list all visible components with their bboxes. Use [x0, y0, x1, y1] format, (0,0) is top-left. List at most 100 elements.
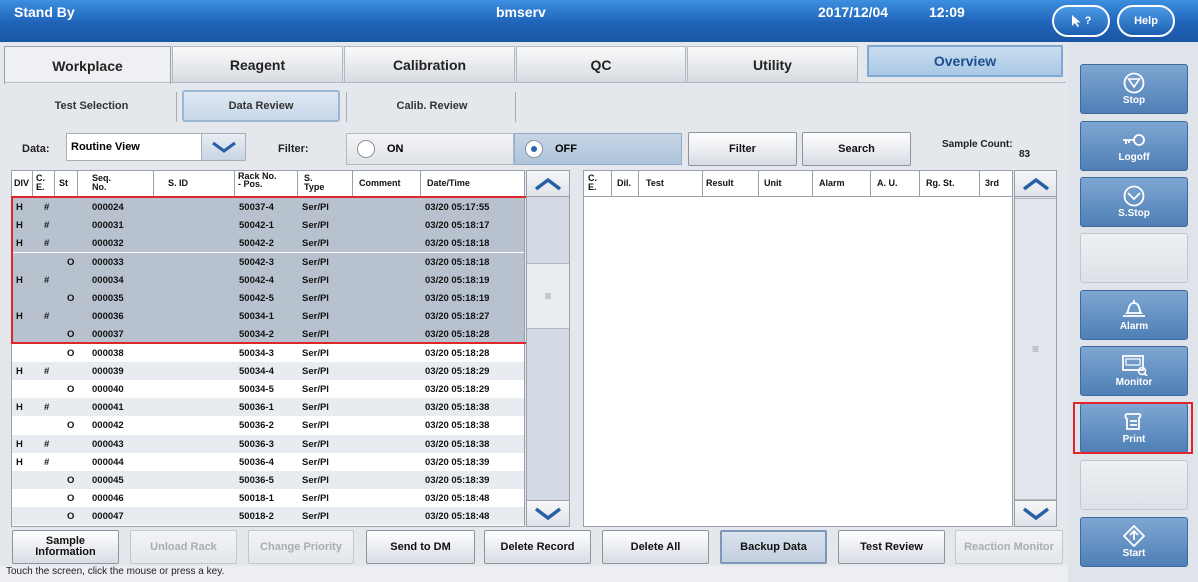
scroll-up-button[interactable]	[1015, 171, 1056, 197]
tab-utility[interactable]: Utility	[687, 46, 858, 82]
cell-div: H	[16, 274, 23, 286]
table-row[interactable]: O 000045 50036-5 Ser/Pl 03/20 05:18:39	[12, 471, 524, 489]
context-help-button[interactable]: ?	[1052, 5, 1110, 37]
table-row[interactable]: O 000040 50034-5 Ser/Pl 03/20 05:18:29	[12, 380, 524, 398]
col-rg-st[interactable]: Rg. St.	[920, 171, 980, 197]
cell-dt: 03/20 05:18:38	[425, 438, 490, 450]
delete-record-button[interactable]: Delete Record	[484, 530, 591, 564]
tab-overview[interactable]: Overview	[867, 45, 1063, 77]
col-au[interactable]: A. U.	[871, 171, 920, 197]
table-row[interactable]: O 000038 50034-3 Ser/Pl 03/20 05:18:28	[12, 344, 524, 362]
search-button[interactable]: Search	[802, 132, 911, 166]
unload-rack-button[interactable]: Unload Rack	[130, 530, 237, 564]
col-stype[interactable]: S. Type	[298, 171, 353, 197]
data-view-select[interactable]: Routine View	[66, 133, 246, 161]
col-test[interactable]: Test	[639, 171, 703, 197]
cell-seq: 000047	[92, 511, 124, 523]
col-comment[interactable]: Comment	[353, 171, 421, 197]
filter-label: Filter:	[278, 143, 309, 155]
cell-stype: Ser/Pl	[302, 493, 329, 505]
cell-dt: 03/20 05:18:39	[425, 475, 490, 486]
help-button[interactable]: Help	[1117, 5, 1175, 37]
help-label: Help	[1134, 15, 1158, 27]
sample-list-scrollbar[interactable]: ≡	[526, 170, 570, 527]
table-row[interactable]: H #000044 50036-4 Ser/Pl 03/20 05:18:39	[12, 453, 524, 471]
col-result[interactable]: Result	[703, 171, 759, 197]
cell-seq: 000042	[92, 420, 124, 432]
start-button[interactable]: Start	[1080, 517, 1188, 567]
tab-calibration[interactable]: Calibration	[344, 46, 515, 82]
sampling-stop-button[interactable]: S.Stop	[1080, 177, 1188, 227]
sample-list-table[interactable]: DIV C. E. St Seq. No. S. ID Rack No. - P…	[11, 170, 525, 527]
col-sid[interactable]: S. ID	[154, 171, 235, 197]
scroll-down-button[interactable]	[1015, 500, 1056, 526]
scroll-thumb[interactable]: ≡	[527, 263, 569, 329]
cell-stype: Ser/Pl	[302, 384, 329, 395]
col-date-time[interactable]: Date/Time	[421, 171, 524, 197]
col-3rd[interactable]: 3rd	[980, 171, 1012, 197]
table-row[interactable]: H #000043 50036-3 Ser/Pl 03/20 05:18:38	[12, 434, 524, 453]
table-row[interactable]: O 000042 50036-2 Ser/Pl 03/20 05:18:38	[12, 416, 524, 434]
cell-stype: Ser/Pl	[302, 202, 329, 213]
test-result-table[interactable]: C. E. Dil. Test Result Unit Alarm A. U. …	[583, 170, 1013, 527]
cell-seq: 000024	[92, 202, 124, 213]
cell-div: H	[16, 365, 23, 377]
cell-div: H	[16, 311, 23, 323]
col-seq-no[interactable]: Seq. No.	[78, 171, 154, 197]
table-row[interactable]: H #000024 50037-4 Ser/Pl 03/20 05:17:55	[12, 198, 524, 216]
col-div[interactable]: DIV	[12, 171, 33, 197]
cell-seq: 000046	[92, 493, 124, 505]
cell-st: O	[67, 420, 75, 432]
tab-workplace[interactable]: Workplace	[4, 46, 171, 84]
filter-on-radio[interactable]: ON	[346, 133, 514, 165]
scroll-up-button[interactable]	[527, 171, 569, 197]
col-st[interactable]: St	[55, 171, 78, 197]
table-row[interactable]: H #000034 50042-4 Ser/Pl 03/20 05:18:19	[12, 270, 524, 289]
cell-stype: Ser/Pl	[302, 274, 329, 286]
logoff-button[interactable]: Logoff	[1080, 121, 1188, 171]
filter-button[interactable]: Filter	[688, 132, 797, 166]
scroll-thumb[interactable]: ≡	[1015, 198, 1056, 500]
table-row[interactable]: H #000039 50034-4 Ser/Pl 03/20 05:18:29	[12, 361, 524, 380]
cell-dt: 03/20 05:18:28	[425, 329, 490, 341]
scroll-down-button[interactable]	[527, 500, 569, 526]
col-dil[interactable]: Dil.	[612, 171, 639, 197]
stop-button[interactable]: Stop	[1080, 64, 1188, 114]
change-priority-button[interactable]: Change Priority	[248, 530, 354, 564]
table-row[interactable]: O 000047 50018-2 Ser/Pl 03/20 05:18:48	[12, 507, 524, 526]
table-row[interactable]: H #000031 50042-1 Ser/Pl 03/20 05:18:17	[12, 216, 524, 235]
monitor-button[interactable]: Monitor	[1080, 346, 1188, 396]
empty-slot	[1080, 233, 1188, 283]
cell-rack: 50018-2	[239, 511, 274, 523]
reaction-monitor-button[interactable]: Reaction Monitor	[955, 530, 1063, 564]
table-row[interactable]: O 000035 50042-5 Ser/Pl 03/20 05:18:19	[12, 289, 524, 307]
tab-qc[interactable]: QC	[516, 46, 686, 82]
col-ce[interactable]: C. E.	[584, 171, 612, 197]
cell-div: H	[16, 402, 23, 414]
test-review-button[interactable]: Test Review	[838, 530, 945, 564]
send-to-dm-button[interactable]: Send to DM	[366, 530, 475, 564]
table-row[interactable]: O 000046 50018-1 Ser/Pl 03/20 05:18:48	[12, 489, 524, 507]
col-rack-pos[interactable]: Rack No. - Pos.	[235, 171, 298, 197]
col-ce[interactable]: C. E.	[33, 171, 55, 197]
col-alarm[interactable]: Alarm	[813, 171, 871, 197]
filter-off-radio[interactable]: OFF	[514, 133, 682, 165]
start-label: Start	[1122, 548, 1146, 559]
backup-data-button[interactable]: Backup Data	[720, 530, 827, 564]
table-row[interactable]: H #000036 50034-1 Ser/Pl 03/20 05:18:27	[12, 307, 524, 326]
subtab-data-review[interactable]: Data Review	[182, 90, 340, 122]
table-row[interactable]: O 000033 50042-3 Ser/Pl 03/20 05:18:18	[12, 252, 524, 271]
col-unit[interactable]: Unit	[759, 171, 813, 197]
chevron-down-icon[interactable]	[201, 134, 245, 160]
tab-reagent[interactable]: Reagent	[172, 46, 343, 82]
alarm-button[interactable]: Alarm	[1080, 290, 1188, 340]
delete-all-button[interactable]: Delete All	[602, 530, 709, 564]
sample-information-button[interactable]: Sample Information	[12, 530, 119, 564]
cell-st: O	[67, 475, 75, 486]
table-row[interactable]: O 000037 50034-2 Ser/Pl 03/20 05:18:28	[12, 325, 524, 344]
table-row[interactable]: H #000032 50042-2 Ser/Pl 03/20 05:18:18	[12, 234, 524, 253]
subtab-test-selection[interactable]: Test Selection	[8, 90, 175, 122]
test-result-scrollbar[interactable]: ≡	[1014, 170, 1057, 527]
subtab-calib-review[interactable]: Calib. Review	[350, 90, 514, 122]
table-row[interactable]: H #000041 50036-1 Ser/Pl 03/20 05:18:38	[12, 398, 524, 417]
